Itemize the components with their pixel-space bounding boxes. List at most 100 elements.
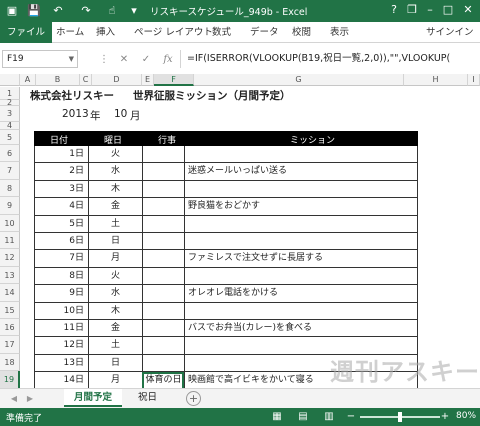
event-cell[interactable] — [142, 267, 184, 286]
event-cell[interactable] — [142, 337, 184, 355]
scroll-right-icon[interactable]: ▶ — [24, 392, 36, 406]
tab-insert[interactable]: 挿入 — [96, 25, 115, 41]
tab-view[interactable]: 表示 — [330, 25, 349, 41]
zoom-in-icon[interactable]: + — [440, 410, 450, 424]
zoom-out-icon[interactable]: − — [344, 410, 358, 424]
tab-file[interactable]: ファイル — [0, 22, 53, 43]
mission-cell[interactable] — [184, 215, 418, 233]
date-cell[interactable]: 6日 — [34, 233, 88, 251]
redo-icon[interactable]: ↷ — [78, 3, 94, 19]
event-cell[interactable] — [142, 320, 184, 338]
selected-cell-f19[interactable]: 体育の日 — [142, 372, 184, 388]
date-cell[interactable]: 1日 — [34, 146, 88, 164]
event-cell[interactable] — [142, 250, 184, 268]
event-cell[interactable] — [142, 285, 184, 303]
column-header-c[interactable]: C — [80, 74, 92, 86]
mission-cell[interactable]: ファミレスで注文せずに長居する — [184, 250, 418, 268]
date-cell[interactable]: 11日 — [34, 320, 88, 338]
zoom-percent[interactable]: 80% — [456, 411, 476, 421]
sheet-tab-holidays[interactable]: 祝日 — [128, 389, 167, 407]
event-cell[interactable] — [142, 233, 184, 251]
weekday-cell[interactable]: 火 — [88, 146, 142, 164]
mission-cell[interactable] — [184, 302, 418, 320]
date-cell[interactable]: 10日 — [34, 302, 88, 320]
event-cell[interactable] — [142, 198, 184, 216]
tab-data[interactable]: データ — [250, 25, 279, 41]
chevron-down-icon[interactable]: ▼ — [69, 51, 74, 68]
row-header-4[interactable]: 4 — [0, 122, 20, 130]
page-break-view-icon[interactable]: ▥ — [322, 410, 336, 424]
weekday-cell[interactable]: 金 — [88, 320, 142, 338]
tab-review[interactable]: 校閲 — [292, 25, 311, 41]
column-header-f[interactable]: F — [154, 74, 194, 86]
maximize-icon[interactable]: □ — [440, 2, 456, 18]
column-header-i[interactable]: I — [468, 74, 480, 86]
event-cell[interactable] — [142, 180, 184, 199]
weekday-cell[interactable]: 月 — [88, 372, 142, 388]
date-cell[interactable]: 9日 — [34, 285, 88, 303]
ribbon-display-icon[interactable]: ❐ — [404, 2, 420, 18]
weekday-cell[interactable]: 日 — [88, 354, 142, 373]
mission-cell[interactable] — [184, 180, 418, 199]
date-cell[interactable]: 7日 — [34, 250, 88, 268]
mission-cell[interactable]: 野良猫をおどかす — [184, 198, 418, 216]
mission-cell[interactable] — [184, 233, 418, 251]
weekday-cell[interactable]: 木 — [88, 180, 142, 199]
tab-formulas[interactable]: 数式 — [212, 25, 231, 41]
enter-icon[interactable]: ✓ — [138, 52, 154, 68]
save-icon[interactable]: 💾 — [26, 3, 42, 19]
scroll-left-icon[interactable]: ◀ — [8, 392, 20, 406]
add-sheet-icon[interactable]: + — [186, 391, 201, 406]
date-cell[interactable]: 14日 — [34, 372, 88, 388]
insert-function-icon[interactable]: fx — [160, 52, 176, 68]
event-cell[interactable] — [142, 215, 184, 233]
column-header-a[interactable]: A — [20, 74, 36, 86]
date-cell[interactable]: 13日 — [34, 354, 88, 373]
normal-view-icon[interactable]: ▦ — [270, 410, 284, 424]
tab-page-layout[interactable]: ページ レイアウト — [134, 25, 213, 41]
weekday-cell[interactable]: 木 — [88, 302, 142, 320]
minimize-icon[interactable]: – — [422, 2, 438, 18]
tab-home[interactable]: ホーム — [56, 25, 84, 41]
signin-link[interactable]: サインイン — [426, 25, 474, 41]
name-box[interactable]: F19 ▼ — [2, 50, 78, 68]
help-icon[interactable]: ? — [386, 2, 402, 18]
event-cell[interactable] — [142, 354, 184, 373]
date-cell[interactable]: 3日 — [34, 180, 88, 199]
touch-mode-icon[interactable]: ☝ — [104, 3, 120, 19]
weekday-cell[interactable]: 土 — [88, 215, 142, 233]
column-header-b[interactable]: B — [36, 74, 80, 86]
column-header-h[interactable]: H — [404, 74, 468, 86]
event-cell[interactable] — [142, 163, 184, 181]
date-cell[interactable]: 4日 — [34, 198, 88, 216]
mission-cell[interactable]: オレオレ電話をかける — [184, 285, 418, 303]
page-layout-view-icon[interactable]: ▤ — [296, 410, 310, 424]
formula-input[interactable]: =IF(ISERROR(VLOOKUP(B19,祝日一覧,2,0)),"",VL… — [180, 50, 475, 68]
sheet-tab-monthly[interactable]: 月間予定 — [64, 389, 123, 407]
column-header-d[interactable]: D — [92, 74, 142, 86]
event-cell[interactable] — [142, 302, 184, 320]
mission-cell[interactable]: 迷惑メールいっぱい送る — [184, 163, 418, 181]
column-header-g[interactable]: G — [194, 74, 404, 86]
weekday-cell[interactable]: 火 — [88, 267, 142, 286]
weekday-cell[interactable]: 日 — [88, 233, 142, 251]
row-header-3[interactable]: 3 — [0, 106, 20, 122]
zoom-slider-thumb[interactable] — [398, 412, 402, 422]
mission-cell[interactable] — [184, 267, 418, 286]
weekday-cell[interactable]: 水 — [88, 163, 142, 181]
weekday-cell[interactable]: 水 — [88, 285, 142, 303]
mission-cell[interactable] — [184, 146, 418, 164]
spreadsheet-grid[interactable]: ABCDEFGHI 123456789101112131415161718192… — [0, 74, 480, 388]
weekday-cell[interactable]: 金 — [88, 198, 142, 216]
close-icon[interactable]: ✕ — [460, 2, 476, 18]
undo-icon[interactable]: ↶ — [50, 3, 66, 19]
date-cell[interactable]: 2日 — [34, 163, 88, 181]
column-header-e[interactable]: E — [142, 74, 154, 86]
event-cell[interactable] — [142, 146, 184, 164]
select-all-corner[interactable] — [0, 74, 20, 86]
date-cell[interactable]: 12日 — [34, 337, 88, 355]
mission-cell[interactable]: バスでお弁当(カレー)を食べる — [184, 320, 418, 338]
customize-toolbar-icon[interactable]: ▾ — [126, 3, 142, 19]
more-options-icon[interactable]: ⋮ — [96, 52, 112, 68]
date-cell[interactable]: 8日 — [34, 267, 88, 286]
